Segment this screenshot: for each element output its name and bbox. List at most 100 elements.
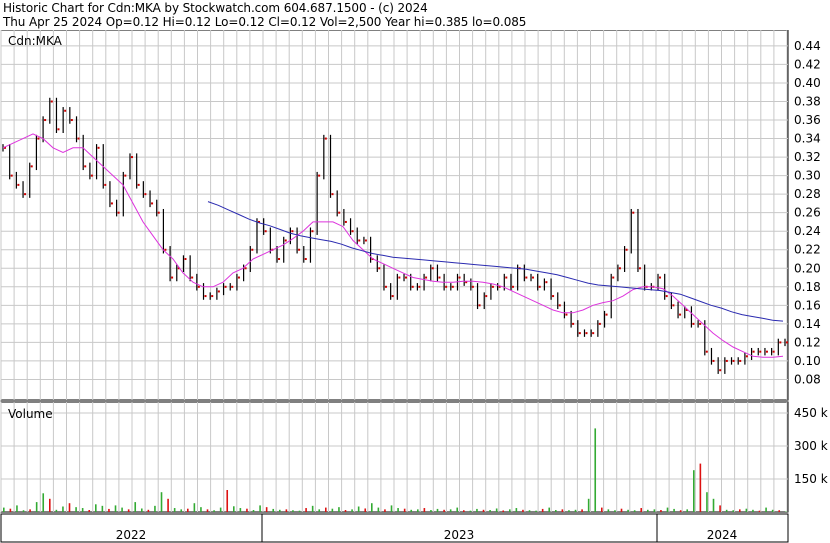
volume-bar (463, 510, 465, 512)
price-tick-label: 0.16 (794, 298, 821, 312)
volume-bar (167, 498, 169, 512)
chart-header-quote: Thu Apr 25 2024 Op=0.12 Hi=0.12 Lo=0.12 … (3, 15, 527, 29)
volume-bar (758, 510, 761, 512)
volume-bar (614, 510, 616, 512)
volume-bar (141, 508, 143, 512)
close-dot (97, 146, 100, 149)
price-tick-label: 0.38 (794, 94, 821, 108)
volume-bar (29, 509, 31, 512)
close-dot (612, 276, 615, 279)
price-tick-label: 0.30 (794, 169, 821, 183)
close-dot (284, 239, 287, 242)
close-dot (485, 295, 488, 298)
close-dot (712, 359, 715, 362)
volume-bar (213, 510, 215, 512)
close-dot (351, 230, 354, 233)
volume-bar (456, 507, 459, 512)
volume-bar (285, 509, 288, 512)
volume-bar (22, 510, 25, 512)
close-dot (84, 165, 87, 168)
volume-bar (509, 509, 511, 512)
close-dot (224, 285, 227, 288)
volume-bar (95, 504, 97, 512)
close-dot (358, 239, 361, 242)
close-dot (719, 369, 722, 372)
close-dot (445, 285, 448, 288)
price-panel-label: Cdn:MKA (8, 34, 63, 48)
volume-bar (357, 506, 360, 512)
volume-bar (725, 509, 728, 512)
volume-bar (49, 498, 51, 512)
volume-bar (311, 505, 314, 512)
volume-bar (305, 508, 307, 512)
close-dot (665, 295, 668, 298)
price-tick-label: 0.14 (794, 317, 821, 331)
close-dot (491, 285, 494, 288)
volume-bar (568, 510, 570, 512)
volume-bar (627, 509, 629, 512)
close-dot (705, 350, 708, 353)
close-dot (151, 202, 154, 205)
close-dot (157, 211, 160, 214)
close-dot (578, 332, 581, 335)
volume-bar (127, 509, 130, 512)
volume-bar (88, 510, 91, 512)
close-dot (425, 276, 428, 279)
close-dot (378, 267, 381, 270)
volume-bar (121, 507, 123, 512)
volume-bar (476, 508, 478, 512)
close-dot (779, 341, 782, 344)
close-dot (211, 295, 214, 298)
close-dot (44, 119, 47, 122)
volume-bar (423, 508, 426, 512)
close-dot (17, 183, 20, 186)
close-dot (391, 295, 394, 298)
close-dot (638, 267, 641, 270)
close-dot (759, 350, 762, 353)
volume-bar (594, 428, 597, 512)
stock-chart: 0.08 0.10 0.12 0.14 0.16 0.18 0.20 0.22 0.24 0.26… (0, 30, 828, 543)
price-tick-label: 0.28 (794, 187, 821, 201)
volume-bar (206, 509, 209, 512)
volume-bar (265, 507, 268, 512)
close-dot (130, 156, 133, 159)
price-tick-label: 0.12 (794, 335, 821, 349)
price-tick-label: 0.22 (794, 243, 821, 257)
price-tick-label: 0.36 (794, 113, 821, 127)
close-dot (124, 174, 127, 177)
close-dot (739, 359, 742, 362)
close-dot (104, 183, 107, 186)
close-dot (786, 341, 788, 344)
volume-bar (535, 510, 537, 512)
volume-bar (693, 470, 695, 512)
volume-bar (660, 510, 662, 512)
close-dot (618, 267, 621, 270)
close-dot (732, 359, 735, 362)
volume-bar (35, 502, 38, 512)
volume-bar (502, 510, 505, 512)
close-dot (197, 285, 200, 288)
volume-bar (344, 510, 347, 512)
volume-bar (325, 507, 327, 512)
volume-bar (351, 509, 353, 512)
close-dot (511, 285, 514, 288)
close-dot (632, 211, 635, 214)
close-dot (679, 313, 682, 316)
volume-bar (75, 507, 77, 512)
volume-bar (771, 509, 774, 512)
volume-bar (55, 509, 58, 512)
volume-bar (430, 510, 432, 512)
close-dot (30, 165, 33, 168)
close-dot (585, 332, 588, 335)
close-dot (338, 211, 341, 214)
close-dot (605, 313, 608, 316)
close-dot (405, 276, 408, 279)
close-dot (244, 267, 247, 270)
close-dot (692, 322, 695, 325)
volume-bar (298, 510, 301, 512)
volume-bar (272, 508, 275, 512)
close-dot (525, 276, 528, 279)
volume-bar (706, 492, 708, 512)
close-dot (204, 295, 207, 298)
volume-bar (495, 508, 498, 512)
